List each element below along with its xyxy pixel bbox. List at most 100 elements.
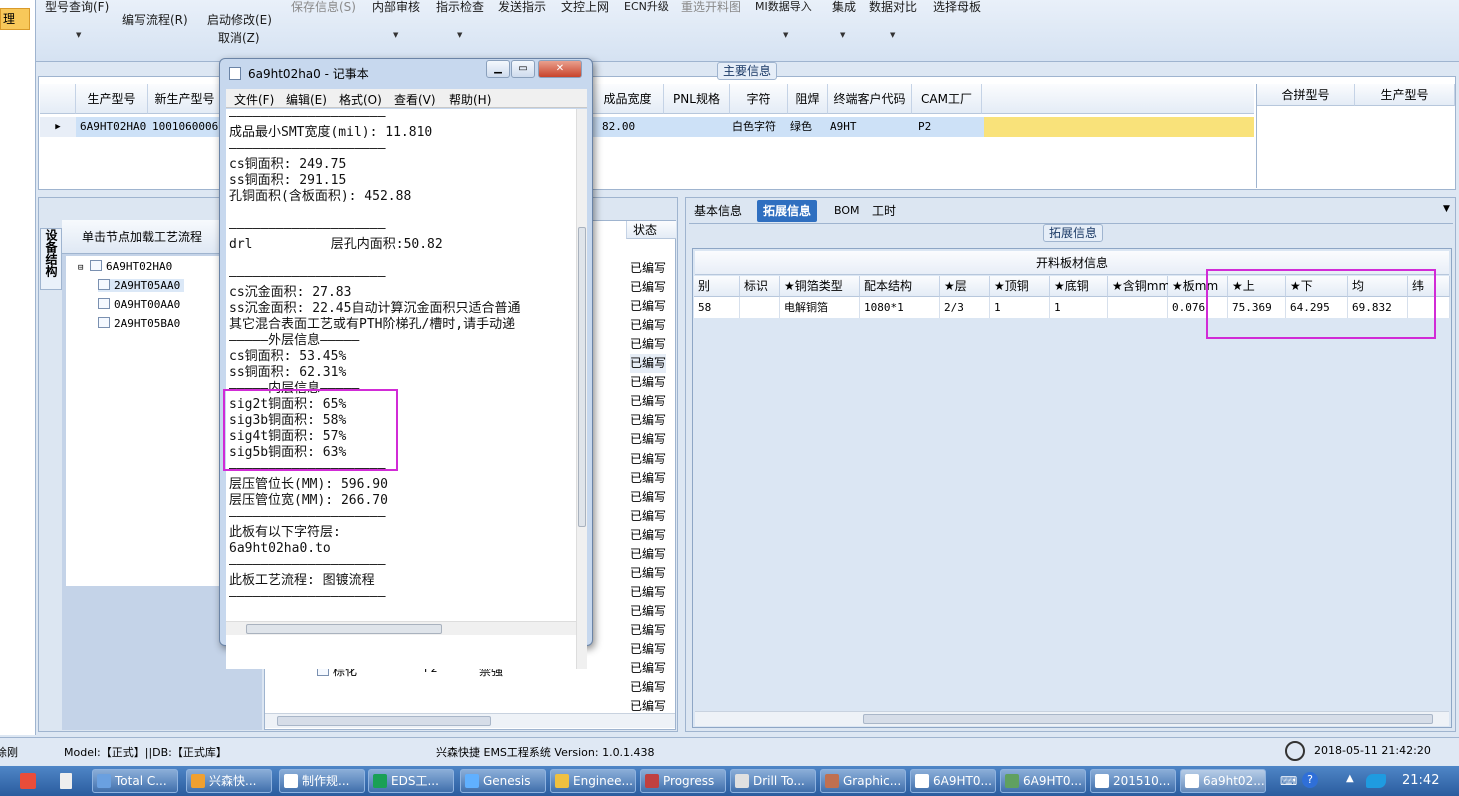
- process-hscrollbar[interactable]: [265, 713, 675, 728]
- tree-node[interactable]: 2A9HT05BA0: [98, 317, 180, 330]
- ribbon-btn-save[interactable]: 保存信息(S): [291, 0, 356, 15]
- menu-help[interactable]: 帮助(H): [449, 91, 491, 108]
- grid-col-header[interactable]: ★铜箔类型: [780, 276, 860, 297]
- scroll-thumb[interactable]: [246, 624, 442, 634]
- grid-col-header[interactable]: 别: [694, 276, 740, 297]
- grid-cell[interactable]: 电解铜箔: [780, 297, 860, 318]
- keyboard-icon[interactable]: ⌨: [1280, 774, 1297, 788]
- ribbon-btn-internal-audit[interactable]: 内部审核: [372, 0, 420, 15]
- taskbar-button[interactable]: Total C...: [92, 769, 178, 793]
- app-icon[interactable]: [20, 773, 36, 789]
- notepad-window[interactable]: 6a9ht02ha0 - 记事本 ▁ ▭ ✕ 文件(F) 编辑(E) 格式(O)…: [219, 58, 593, 669]
- cell-mask[interactable]: 绿色: [786, 117, 812, 137]
- grid-col-header[interactable]: ★含铜mm: [1108, 276, 1170, 297]
- notepad-hscrollbar[interactable]: [226, 621, 576, 635]
- col-status[interactable]: 状态: [626, 221, 676, 239]
- status-cell[interactable]: 已编写: [630, 354, 667, 374]
- col-cam[interactable]: CAM工厂: [912, 84, 982, 114]
- col-char[interactable]: 字符: [730, 84, 788, 114]
- col-merge-model[interactable]: 合拼型号: [1257, 84, 1355, 106]
- ribbon-btn-mi-import[interactable]: MI数据导入: [755, 0, 812, 14]
- taskbar-button[interactable]: Graphic...: [820, 769, 906, 793]
- status-cell[interactable]: 已编写: [630, 583, 666, 602]
- maximize-button[interactable]: ▭: [511, 60, 535, 78]
- tab-extended-info[interactable]: 拓展信息: [757, 200, 818, 222]
- cell-customer[interactable]: A9HT: [826, 117, 857, 137]
- status-cell[interactable]: 已编写: [630, 297, 666, 316]
- menu-view[interactable]: 查看(V): [394, 91, 436, 108]
- menu-file[interactable]: 文件(F): [234, 91, 274, 108]
- chevron-down-icon[interactable]: ▼: [840, 31, 845, 39]
- taskbar-button[interactable]: Progress: [640, 769, 726, 793]
- grid-hscrollbar[interactable]: [695, 711, 1449, 726]
- status-cell[interactable]: 已编写: [630, 564, 666, 583]
- scroll-thumb[interactable]: [578, 227, 586, 527]
- ribbon-btn-send[interactable]: 发送指示: [498, 0, 546, 15]
- grid-cell[interactable]: 58: [694, 297, 740, 318]
- tab-bom[interactable]: BOM: [828, 200, 866, 222]
- cell-model[interactable]: 6A9HT02HA0: [76, 117, 146, 137]
- grid-cell[interactable]: 1080*1: [860, 297, 940, 318]
- status-cell[interactable]: 已编写: [630, 507, 666, 526]
- tree-node-root[interactable]: ⊟ 6A9HT02HA0: [78, 260, 172, 273]
- grid-cell[interactable]: 1: [1050, 297, 1108, 318]
- status-cell[interactable]: 已编写: [630, 450, 666, 469]
- left-nav-selected[interactable]: 理: [0, 8, 30, 30]
- status-cell[interactable]: 已编写: [630, 373, 666, 392]
- grid-col-header[interactable]: ★顶铜: [990, 276, 1050, 297]
- notepad-vscrollbar[interactable]: [576, 109, 587, 669]
- taskbar-button[interactable]: 6A9HT0...: [910, 769, 996, 793]
- ribbon-btn-integrate[interactable]: 集成: [832, 0, 856, 15]
- taskbar-button[interactable]: 6A9HT0...: [1000, 769, 1086, 793]
- status-cell[interactable]: 已编写: [630, 335, 666, 354]
- chevron-down-icon[interactable]: ▼: [783, 31, 788, 39]
- status-cell[interactable]: 已编写: [630, 678, 666, 697]
- ribbon-btn-ecn[interactable]: ECN升级: [624, 0, 669, 14]
- cell-cam[interactable]: P2: [914, 117, 931, 137]
- taskbar-button[interactable]: Drill To...: [730, 769, 816, 793]
- status-cell[interactable]: 已编写: [630, 278, 666, 297]
- ribbon-btn-edit-flow[interactable]: 编写流程(R): [122, 11, 188, 28]
- taskbar-button[interactable]: Genesis: [460, 769, 546, 793]
- scroll-thumb[interactable]: [277, 716, 491, 726]
- chevron-down-icon[interactable]: ▼: [393, 31, 398, 39]
- status-cell[interactable]: 已编写: [630, 640, 666, 659]
- cell-char[interactable]: 白色字符: [728, 117, 776, 137]
- tray-expand-icon[interactable]: ▲: [1346, 773, 1354, 784]
- taskbar-button[interactable]: 201510...: [1090, 769, 1176, 793]
- chevron-down-icon[interactable]: ▼: [457, 31, 462, 39]
- chevron-down-icon[interactable]: ▼: [76, 31, 81, 39]
- tree-node[interactable]: 0A9HT00AA0: [98, 298, 180, 311]
- status-cell[interactable]: 已编写: [630, 488, 666, 507]
- ribbon-btn-model-query[interactable]: 型号查询(F): [45, 0, 109, 15]
- grid-cell[interactable]: [1108, 297, 1168, 318]
- tree-node[interactable]: 2A9HT05AA0: [98, 279, 185, 292]
- status-cell[interactable]: 已编写: [630, 526, 666, 545]
- grid-cell[interactable]: 2/3: [940, 297, 990, 318]
- status-cell[interactable]: 已编写: [630, 545, 666, 564]
- taskbar-button[interactable]: EDS工...: [368, 769, 454, 793]
- grid-cell[interactable]: 1: [990, 297, 1050, 318]
- status-cell[interactable]: 已编写: [630, 392, 666, 411]
- ribbon-btn-reselect[interactable]: 重选开料图: [681, 0, 741, 15]
- ribbon-btn-doc-control[interactable]: 文控上网: [561, 0, 609, 15]
- taskbar-button[interactable]: 制作规...: [279, 769, 365, 793]
- taskbar-button[interactable]: Enginee...: [550, 769, 636, 793]
- col-merge-prod[interactable]: 生产型号: [1355, 84, 1455, 106]
- menu-edit[interactable]: 编辑(E): [286, 91, 327, 108]
- status-cell[interactable]: 已编写: [630, 621, 666, 640]
- calculator-icon[interactable]: [60, 773, 72, 789]
- grid-col-header[interactable]: 标识: [740, 276, 780, 297]
- ribbon-btn-compare[interactable]: 数据对比: [869, 0, 917, 15]
- vertical-tab-equipment[interactable]: 设备结构: [40, 228, 62, 290]
- taskbar-button[interactable]: 兴森快...: [186, 769, 272, 793]
- status-cell[interactable]: 已编写: [630, 316, 666, 335]
- tab-hours[interactable]: 工时: [866, 200, 902, 222]
- status-cell[interactable]: 已编写: [630, 469, 666, 488]
- status-cell[interactable]: 已编写: [630, 430, 666, 449]
- status-cell[interactable]: 已编写: [630, 659, 666, 678]
- ribbon-btn-select-mother[interactable]: 选择母板: [933, 0, 981, 15]
- chevron-down-icon[interactable]: ▼: [1443, 204, 1450, 214]
- col-model[interactable]: 生产型号: [76, 84, 148, 114]
- minimize-button[interactable]: ▁: [486, 60, 510, 78]
